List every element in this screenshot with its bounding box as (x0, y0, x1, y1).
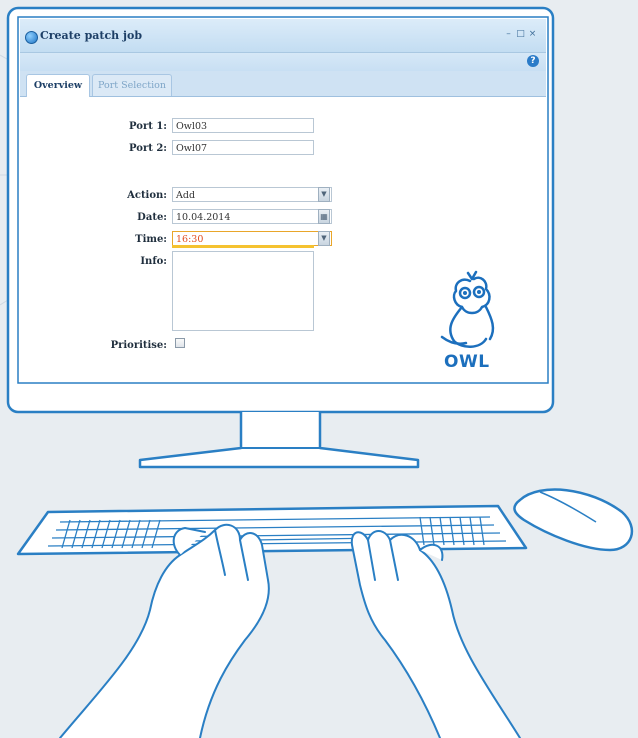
app-globe-icon (25, 31, 38, 44)
port1-input[interactable]: Owl03 (172, 118, 314, 133)
close-icon[interactable]: × (528, 30, 537, 39)
tab-bar: Overview Port Selection (20, 71, 546, 97)
port1-label: Port 1: (129, 121, 167, 132)
info-label: Info: (140, 256, 167, 267)
tab-overview[interactable]: Overview (26, 74, 90, 97)
time-dropdown-icon[interactable]: ▼ (318, 231, 330, 246)
info-textarea[interactable] (172, 251, 314, 331)
maximize-icon[interactable]: □ (516, 30, 525, 39)
date-label: Date: (137, 212, 167, 223)
time-label: Time: (135, 234, 167, 245)
time-input[interactable]: 16:30 (172, 231, 332, 246)
prioritise-label: Prioritise: (110, 340, 167, 351)
monitor-stand (138, 412, 420, 469)
mouse (513, 488, 634, 552)
minimize-icon[interactable]: – (504, 30, 513, 39)
date-input[interactable]: 10.04.2014 (172, 209, 332, 224)
owl-logo-text: OWL (444, 352, 490, 372)
calendar-icon[interactable]: ▦ (318, 209, 330, 224)
help-icon[interactable]: ? (527, 55, 539, 67)
prioritise-checkbox[interactable] (175, 338, 185, 348)
action-label: Action: (127, 190, 167, 201)
time-focus-underline (172, 245, 314, 248)
app-window: Create patch job – □ × ? Overview Port S… (20, 19, 546, 381)
port2-label: Port 2: (129, 143, 167, 154)
tab-port-selection[interactable]: Port Selection (92, 74, 172, 96)
window-toolbar: ? (20, 53, 546, 71)
window-title: Create patch job (40, 29, 143, 42)
hands (59, 523, 521, 738)
window-titlebar: Create patch job – □ × (20, 19, 546, 53)
action-select[interactable]: Add (172, 187, 332, 202)
action-dropdown-icon[interactable]: ▼ (318, 187, 330, 202)
port2-input[interactable]: Owl07 (172, 140, 314, 155)
